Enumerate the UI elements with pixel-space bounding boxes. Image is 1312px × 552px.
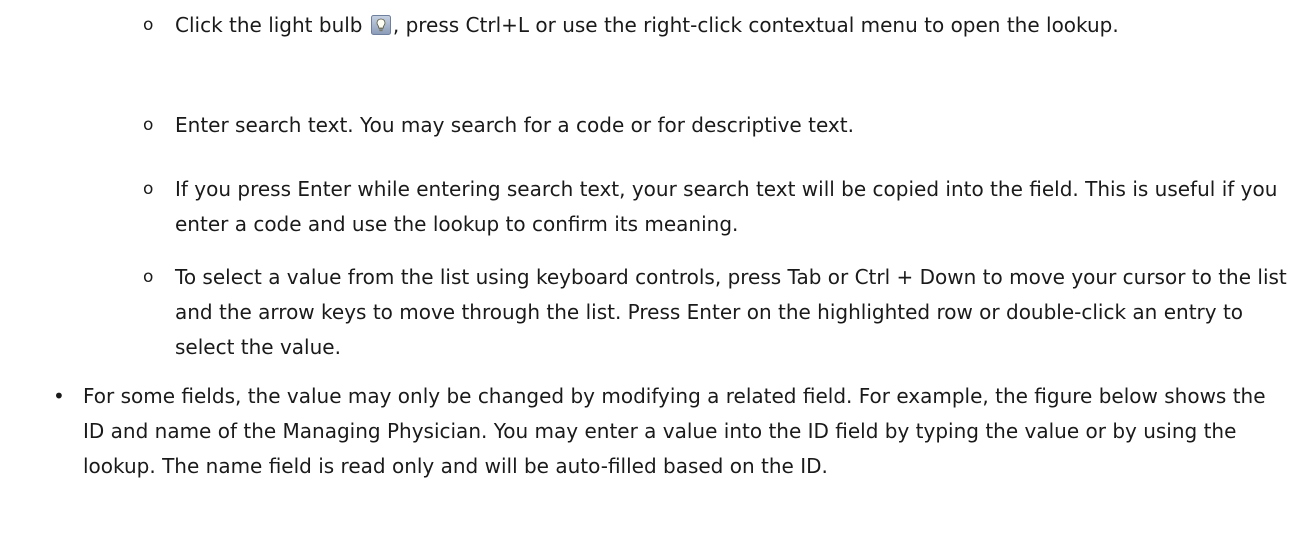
- list-bullet: o: [143, 179, 154, 199]
- list-bullet: o: [143, 15, 154, 35]
- list-item-press-enter: o If you press Enter while entering sear…: [143, 172, 1293, 242]
- list-bullet: o: [143, 115, 154, 135]
- list-item-text: To select a value from the list using ke…: [175, 265, 1287, 359]
- list-bullet: •: [53, 384, 65, 408]
- list-item-related-field: • For some fields, the value may only be…: [53, 379, 1293, 484]
- text-after-icon: , press Ctrl+L or use the right-click co…: [392, 13, 1119, 37]
- list-item-text: If you press Enter while entering search…: [175, 177, 1278, 236]
- list-item-keyboard-select: o To select a value from the list using …: [143, 260, 1293, 365]
- list-item-lookup-open: o Click the light bulb , press Ctrl+L or…: [143, 8, 1293, 43]
- list-item-text: Enter search text. You may search for a …: [175, 113, 854, 137]
- document-page: o Click the light bulb , press Ctrl+L or…: [0, 0, 1312, 552]
- list-item-text: For some fields, the value may only be c…: [83, 384, 1266, 478]
- list-bullet: o: [143, 267, 154, 287]
- light-bulb-icon: [370, 15, 391, 35]
- list-item-enter-search: o Enter search text. You may search for …: [143, 108, 1293, 143]
- list-item-text: Click the light bulb , press Ctrl+L or u…: [175, 8, 1293, 43]
- text-before-icon: Click the light bulb: [175, 13, 369, 37]
